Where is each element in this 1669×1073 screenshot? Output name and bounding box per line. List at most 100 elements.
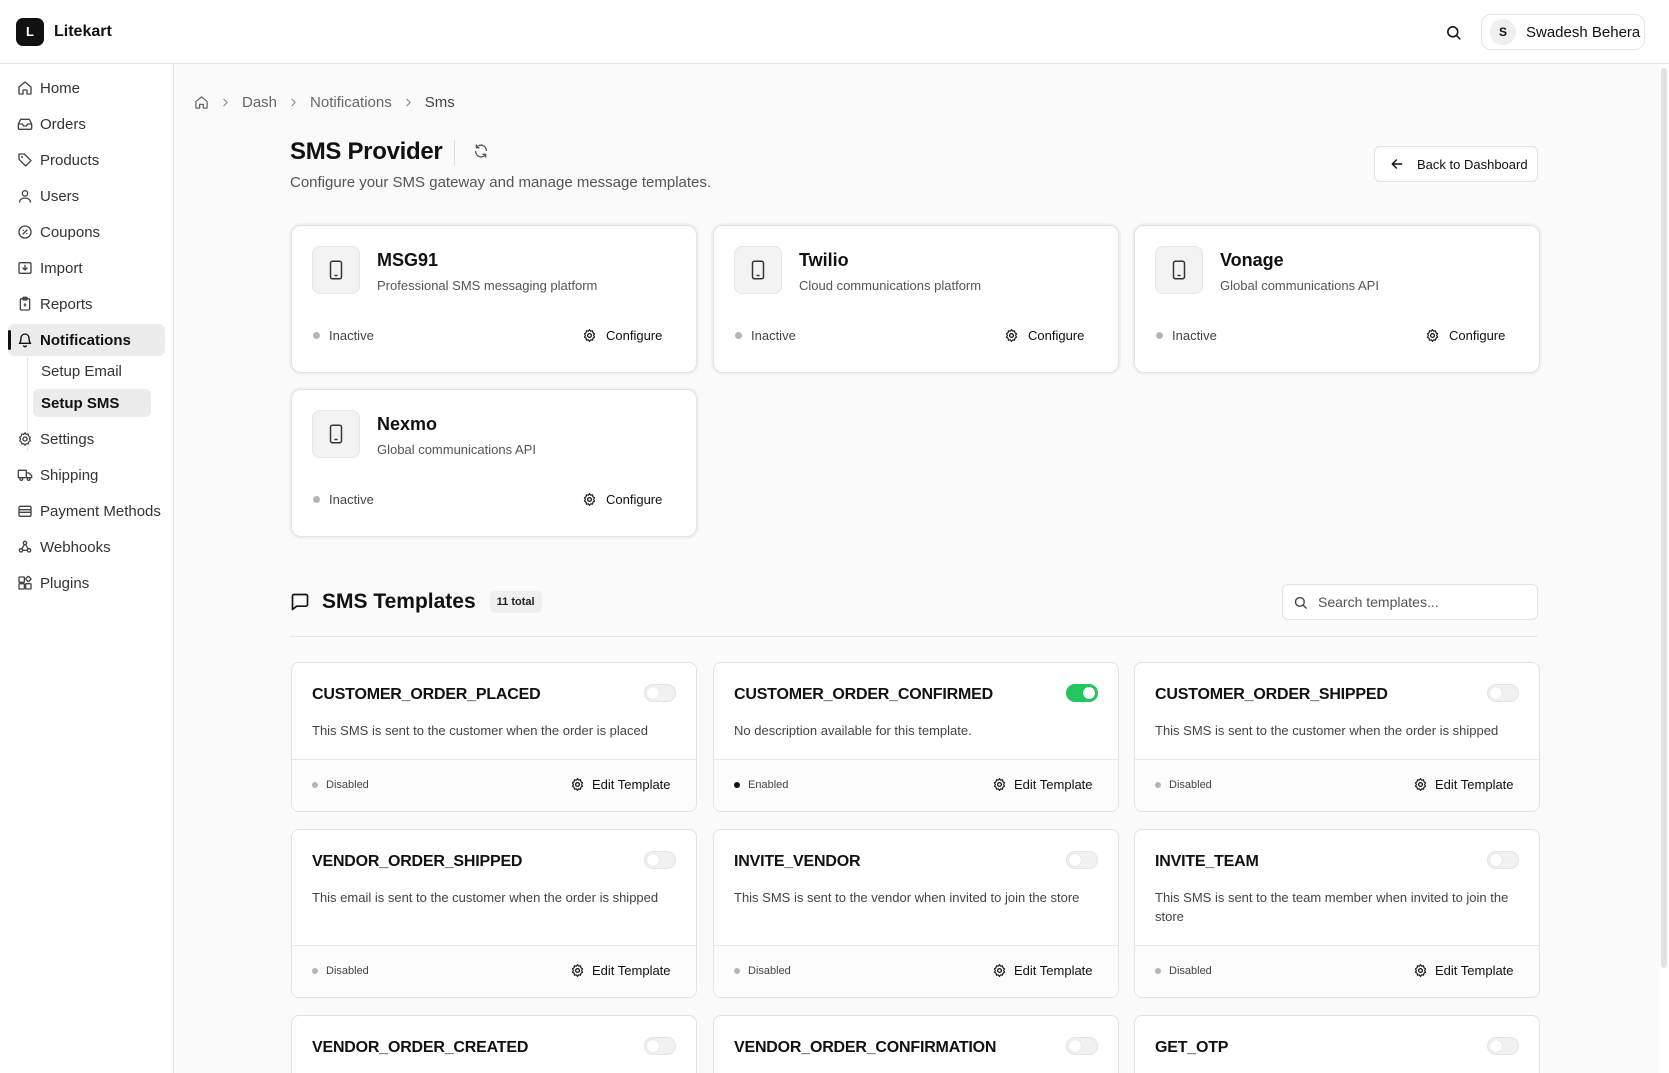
gear-icon bbox=[992, 963, 1007, 978]
template-name: VENDOR_ORDER_CREATED bbox=[312, 1039, 529, 1056]
blocks-icon bbox=[17, 575, 33, 591]
template-toggle[interactable] bbox=[1066, 851, 1098, 869]
template-description: This SMS is sent to the team member when… bbox=[1155, 890, 1509, 924]
sidebar-item-label: Plugins bbox=[40, 574, 90, 592]
provider-name: MSG91 bbox=[377, 250, 439, 270]
edit-template-button[interactable]: Edit Template bbox=[570, 777, 671, 792]
phone-icon bbox=[1155, 246, 1203, 294]
status-dot bbox=[734, 968, 740, 974]
template-card-vendor-order-shipped: VENDOR_ORDER_SHIPPED This email is sent … bbox=[291, 829, 697, 998]
arrow-left-icon bbox=[1389, 156, 1405, 172]
sidebar-item-label: Payment Methods bbox=[40, 502, 161, 520]
home-icon[interactable] bbox=[194, 95, 209, 110]
template-card-vendor-order-created: VENDOR_ORDER_CREATED bbox=[291, 1015, 697, 1073]
gear-icon bbox=[17, 431, 33, 447]
edit-template-button[interactable]: Edit Template bbox=[992, 777, 1093, 792]
sidebar-subitem-setup-email[interactable]: Setup Email bbox=[33, 357, 151, 385]
template-toggle[interactable] bbox=[1487, 1037, 1519, 1055]
edit-template-button[interactable]: Edit Template bbox=[570, 963, 671, 978]
status-text: Inactive bbox=[1172, 328, 1217, 343]
status-badge: Disabled bbox=[312, 965, 369, 977]
back-button-label: Back to Dashboard bbox=[1417, 156, 1528, 172]
template-toggle[interactable] bbox=[644, 1037, 676, 1055]
template-name: CUSTOMER_ORDER_SHIPPED bbox=[1155, 686, 1388, 703]
user-name: Swadesh Behera bbox=[1526, 23, 1641, 41]
badge-percent-icon bbox=[17, 224, 33, 240]
brand[interactable]: L Litekart bbox=[16, 17, 112, 46]
sidebar-item-orders[interactable]: Orders bbox=[8, 108, 165, 140]
inbox-icon bbox=[17, 116, 33, 132]
configure-button[interactable]: Configure bbox=[1004, 328, 1084, 343]
breadcrumb-dash[interactable]: Dash bbox=[242, 94, 277, 111]
status-text: Inactive bbox=[329, 492, 374, 507]
sidebar-item-import[interactable]: Import bbox=[8, 252, 165, 284]
template-footer: Disabled Edit Template bbox=[292, 759, 696, 811]
top-bar: L Litekart S Swadesh Behera bbox=[0, 0, 1669, 64]
gear-icon bbox=[570, 777, 585, 792]
sidebar-item-webhooks[interactable]: Webhooks bbox=[8, 531, 165, 563]
template-toggle[interactable] bbox=[1487, 684, 1519, 702]
edit-template-label: Edit Template bbox=[1014, 777, 1093, 792]
search-templates-input[interactable] bbox=[1318, 594, 1518, 610]
status-dot bbox=[1155, 782, 1161, 788]
sidebar-item-label: Orders bbox=[40, 115, 86, 133]
status-dot bbox=[734, 782, 740, 788]
template-card-customer-order-shipped: CUSTOMER_ORDER_SHIPPED This SMS is sent … bbox=[1134, 662, 1540, 812]
sidebar-subitem-label: Setup SMS bbox=[41, 394, 120, 412]
template-toggle[interactable] bbox=[1487, 851, 1519, 869]
user-menu-button[interactable]: S Swadesh Behera bbox=[1481, 14, 1645, 50]
sidebar-subitem-setup-sms[interactable]: Setup SMS bbox=[33, 389, 151, 417]
status-text: Disabled bbox=[326, 779, 369, 791]
status-text: Inactive bbox=[751, 328, 796, 343]
sidebar-item-settings[interactable]: Settings bbox=[8, 423, 165, 455]
sidebar-item-shipping[interactable]: Shipping bbox=[8, 459, 165, 491]
template-search bbox=[1282, 584, 1538, 620]
template-toggle[interactable] bbox=[644, 851, 676, 869]
sidebar-item-home[interactable]: Home bbox=[8, 72, 165, 104]
back-to-dashboard-button[interactable]: Back to Dashboard bbox=[1374, 146, 1538, 182]
configure-button[interactable]: Configure bbox=[582, 328, 662, 343]
phone-icon bbox=[312, 410, 360, 458]
sidebar-item-label: Import bbox=[40, 259, 83, 277]
status-dot bbox=[1156, 332, 1163, 339]
webhook-icon bbox=[17, 539, 33, 555]
search-icon[interactable] bbox=[1441, 20, 1465, 44]
phone-icon bbox=[312, 246, 360, 294]
status-badge: Disabled bbox=[1155, 965, 1212, 977]
sidebar-item-coupons[interactable]: Coupons bbox=[8, 216, 165, 248]
sidebar-item-products[interactable]: Products bbox=[8, 144, 165, 176]
configure-button[interactable]: Configure bbox=[1425, 328, 1505, 343]
sidebar-item-reports[interactable]: Reports bbox=[8, 288, 165, 320]
sidebar-item-payment-methods[interactable]: Payment Methods bbox=[8, 495, 165, 527]
chevron-right-icon bbox=[287, 96, 300, 109]
template-toggle[interactable] bbox=[1066, 684, 1098, 702]
refresh-button[interactable] bbox=[473, 143, 491, 161]
status-badge: Disabled bbox=[1155, 779, 1212, 791]
scrollbar-thumb[interactable] bbox=[1661, 68, 1667, 968]
gear-icon bbox=[992, 777, 1007, 792]
edit-template-button[interactable]: Edit Template bbox=[1413, 963, 1514, 978]
status-badge: Disabled bbox=[312, 779, 369, 791]
sidebar-item-users[interactable]: Users bbox=[8, 180, 165, 212]
brand-logo: L bbox=[16, 17, 44, 46]
template-toggle[interactable] bbox=[1066, 1037, 1098, 1055]
template-toggle[interactable] bbox=[644, 684, 676, 702]
edit-template-button[interactable]: Edit Template bbox=[1413, 777, 1514, 792]
provider-name: Vonage bbox=[1220, 250, 1284, 270]
sidebar-item-plugins[interactable]: Plugins bbox=[8, 567, 165, 599]
sidebar-item-label: Products bbox=[40, 151, 100, 169]
breadcrumb-notifications[interactable]: Notifications bbox=[310, 94, 392, 111]
sidebar-item-label: Reports bbox=[40, 295, 93, 313]
bell-icon bbox=[17, 332, 33, 348]
breadcrumb: Dash Notifications Sms bbox=[194, 92, 455, 112]
edit-template-label: Edit Template bbox=[592, 777, 671, 792]
sidebar-item-notifications[interactable]: Notifications bbox=[8, 324, 165, 356]
configure-button[interactable]: Configure bbox=[582, 492, 662, 507]
gear-icon bbox=[1425, 328, 1440, 343]
status-badge: Disabled bbox=[734, 965, 791, 977]
template-card-customer-order-confirmed: CUSTOMER_ORDER_CONFIRMED No description … bbox=[713, 662, 1119, 812]
status-badge: Enabled bbox=[734, 779, 788, 791]
status-text: Enabled bbox=[748, 779, 789, 791]
edit-template-button[interactable]: Edit Template bbox=[992, 963, 1093, 978]
template-description: This email is sent to the customer when … bbox=[312, 890, 659, 905]
